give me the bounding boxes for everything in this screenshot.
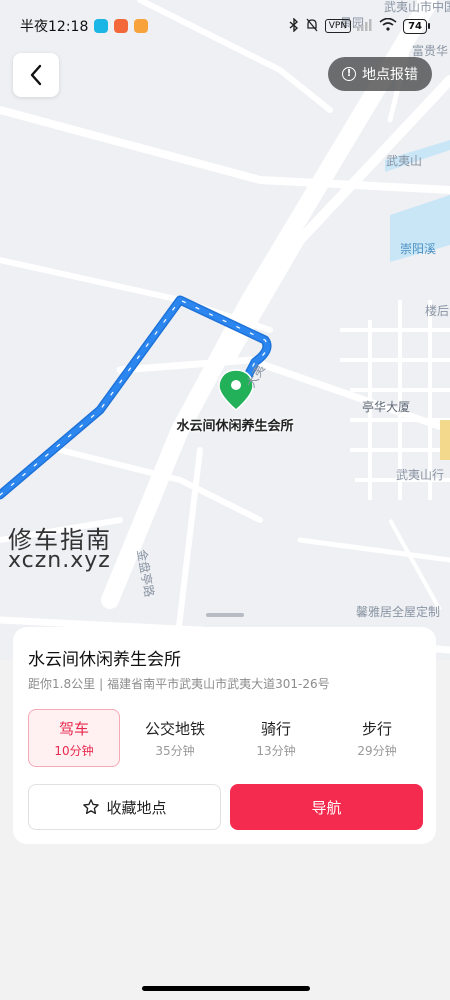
home-indicator[interactable] xyxy=(142,986,310,991)
report-label: 地点报错 xyxy=(362,67,418,83)
place-distance: 距你1.8公里 xyxy=(28,677,96,691)
app-notification-icon xyxy=(134,19,149,33)
map-label-wuyishan: 武夷山 xyxy=(386,154,423,168)
transport-mode-tabs: 驾车 10分钟 公交地铁 35分钟 骑行 13分钟 步行 29分钟 xyxy=(28,709,423,767)
favorite-label: 收藏地点 xyxy=(106,798,167,817)
map-label-chongyang-creek: 崇阳溪 xyxy=(400,242,437,256)
mode-cycling[interactable]: 骑行 13分钟 xyxy=(230,709,322,767)
mode-time: 10分钟 xyxy=(54,743,94,758)
report-location-error-button[interactable]: ! 地点报错 xyxy=(328,57,432,91)
watermark-url: xczn.xyz xyxy=(8,548,111,573)
map-label-wuyi-shanxing: 武夷山行 xyxy=(396,468,445,482)
wifi-icon xyxy=(379,17,397,34)
mode-time: 35分钟 xyxy=(155,743,195,758)
place-address: 福建省南平市武夷山市武夷大道301-26号 xyxy=(107,677,330,691)
mode-time: 29分钟 xyxy=(357,743,397,758)
star-outline-icon xyxy=(83,799,100,815)
mode-label: 步行 xyxy=(361,719,392,738)
favorite-place-button[interactable]: 收藏地点 xyxy=(28,784,221,830)
navigate-button[interactable]: 导航 xyxy=(230,784,423,830)
place-title: 水云间休闲养生会所 xyxy=(28,650,181,670)
map-view[interactable]: 景园 武夷山市中国 富贵华 武夷山 崇阳溪 楼后 亭华大厦 武夷山行 金盘亭路 … xyxy=(0,0,450,660)
poi-name-label[interactable]: 水云间休闲养生会所 xyxy=(175,418,295,436)
mode-transit[interactable]: 公交地铁 35分钟 xyxy=(129,709,221,767)
mode-label: 骑行 xyxy=(260,719,291,738)
map-label-tinghua: 亭华大厦 xyxy=(362,400,411,414)
mode-label: 驾车 xyxy=(58,719,89,738)
app-notification-icon xyxy=(94,19,109,33)
app-notification-icon xyxy=(114,19,129,33)
map-label-xinyaju: 馨雅居全屋定制 xyxy=(356,605,441,619)
meta-separator: | xyxy=(99,677,104,691)
bluetooth-icon xyxy=(289,16,299,35)
battery-icon: 74 xyxy=(403,18,430,34)
mode-time: 13分钟 xyxy=(256,743,296,758)
mute-bell-icon xyxy=(305,18,319,35)
vpn-badge: VPN xyxy=(324,19,352,33)
info-circle-icon: ! xyxy=(342,67,356,81)
signal-icon xyxy=(357,18,373,34)
back-button[interactable] xyxy=(13,53,59,97)
mode-driving[interactable]: 驾车 10分钟 xyxy=(28,709,120,767)
navigate-label: 导航 xyxy=(311,798,342,817)
battery-level: 74 xyxy=(403,18,427,34)
place-meta: 距你1.8公里 | 福建省南平市武夷山市武夷大道301-26号 xyxy=(28,675,330,692)
map-label-building: 楼后 xyxy=(425,304,450,318)
status-bar: 半夜12:18 VPN 74 xyxy=(0,0,450,52)
chevron-left-icon xyxy=(30,64,42,86)
mode-label: 公交地铁 xyxy=(144,719,205,738)
place-card: 水云间休闲养生会所 距你1.8公里 | 福建省南平市武夷山市武夷大道301-26号 … xyxy=(13,627,436,844)
status-time: 半夜12:18 xyxy=(20,19,89,35)
sheet-drag-handle[interactable] xyxy=(206,613,244,617)
mode-walking[interactable]: 步行 29分钟 xyxy=(331,709,423,767)
